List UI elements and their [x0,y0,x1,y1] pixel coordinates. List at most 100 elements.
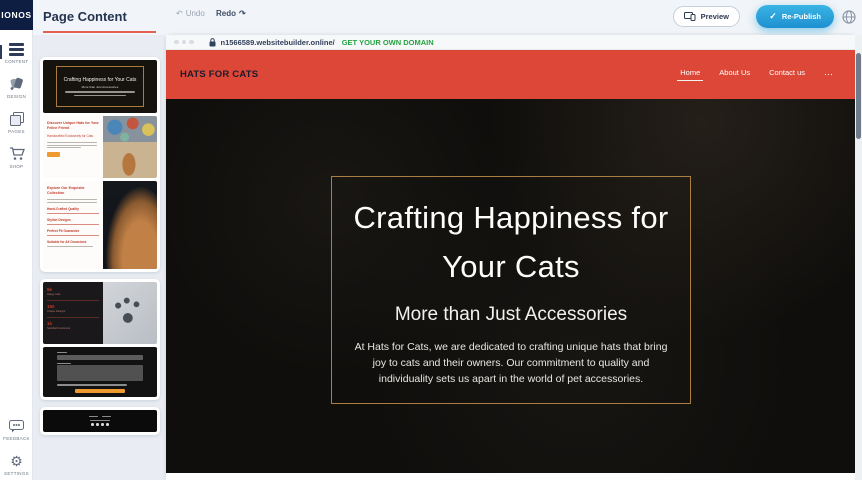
thumb-intro-heading: Discover Unique Hats for Your Feline Fri… [47,121,99,131]
next-section-peek [166,473,855,480]
sidebar-item-label: CONTENT [5,59,29,64]
text-placeholder [90,420,110,421]
section-card-top: Crafting Happiness for Your Cats More th… [40,57,160,272]
sidebar-item-label: SETTINGS [4,471,29,476]
sidebar-item-shop[interactable]: SHOP [0,147,33,169]
preview-button[interactable]: Preview [673,6,740,27]
section-card-footer [40,407,160,435]
text-placeholder [89,416,98,417]
site-logo[interactable]: HATS FOR CATS [180,69,258,80]
stat-value: 150 [47,304,99,309]
sidebar-item-feedback[interactable]: FEEDBACK [0,420,33,441]
redo-button[interactable]: Redo ↷ [216,9,246,18]
thumb-collection-item-label: Hand-Crafted Quality [47,207,99,211]
text-placeholder [57,352,67,353]
sidebar-item-label: DESIGN [7,94,26,99]
hero-body[interactable]: At Hats for Cats, we are dedicated to cr… [353,339,670,388]
design-icon [9,77,25,91]
content-icon [9,43,24,56]
thumb-form-input [57,355,143,360]
scrollbar-thumb[interactable] [856,53,861,139]
undo-button[interactable]: ↶ Undo [176,9,205,18]
thumb-collection-item: Stylish Designs [47,218,99,225]
social-icon [96,423,99,426]
redo-icon: ↷ [239,9,246,18]
thumb-collection-photo [103,181,157,269]
devices-icon [684,12,696,21]
thumbnail-stats-section[interactable]: 5k Happy Cats 150 Unique Designs 1k Sati… [43,282,157,344]
hero-subtitle[interactable]: More than Just Accessories [395,304,627,326]
check-icon: ✓ [769,11,777,22]
browser-dot [174,40,179,45]
redo-label: Redo [216,9,236,18]
text-placeholder [47,145,97,146]
thumb-form-button [75,389,125,394]
ionos-logo: IONOS [0,0,33,30]
sidebar-item-design[interactable]: DESIGN [0,77,33,99]
hero-title[interactable]: Crafting Happiness for Your Cats [346,193,676,292]
site-header: HATS FOR CATS Home About Us Contact us ⋯ [166,50,855,99]
thumb-social-icons [91,423,109,426]
gear-icon: ⚙ [10,454,23,468]
thumbnail-footer-section[interactable] [43,410,157,432]
thumbnail-collection-section[interactable]: Explore Our Exquisite Collection Hand-Cr… [43,181,157,269]
stat-value: 5k [47,287,99,292]
thumbnail-hero-section[interactable]: Crafting Happiness for Your Cats More th… [43,60,157,113]
thumb-collection-heading: Explore Our Exquisite Collection [47,186,99,196]
site-nav: Home About Us Contact us ⋯ [680,68,833,81]
site-preview-canvas: n1566589.websitebuilder.online/ GET YOUR… [166,35,855,480]
undo-icon: ↶ [176,9,183,18]
text-placeholder [57,384,127,385]
hero-section[interactable]: Crafting Happiness for Your Cats More th… [166,99,855,473]
left-nav-rail: IONOS CONTENT DESIGN PAGES SHOP [0,0,33,480]
pages-icon [10,112,24,126]
thumb-collection-item: Perfect Fit Guarantee [47,229,99,236]
stat-label: Unique Designs [47,310,99,313]
thumb-intro-button [47,152,60,157]
cart-icon [9,147,25,161]
globe-icon[interactable] [842,10,856,24]
preview-label: Preview [701,12,729,21]
text-placeholder [47,202,97,203]
sidebar-item-pages[interactable]: PAGES [0,112,33,134]
nav-item-home[interactable]: Home [680,68,700,81]
thumb-footer-links [89,416,111,417]
sidebar-item-label: FEEDBACK [3,436,30,441]
thumbnail-intro-section[interactable]: Discover Unique Hats for Your Feline Fri… [43,116,157,178]
nav-item-contact[interactable]: Contact us [769,68,805,81]
social-icon [106,423,109,426]
sidebar-item-content[interactable]: CONTENT [0,43,33,64]
stat-value: 1k [47,321,99,326]
stat-divider [47,317,99,318]
thumb-stats-photo [103,282,157,344]
sidebar-item-label: SHOP [10,164,24,169]
social-icon [101,423,104,426]
top-toolbar: Page Content ↶ Undo Redo ↷ Preview ✓ Re-… [33,0,862,35]
thumb-hero-title: Crafting Happiness for Your Cats [64,77,137,84]
republish-button[interactable]: ✓ Re-Publish [756,5,834,28]
list-divider [47,213,99,214]
text-placeholder [47,142,97,143]
thumb-collection-item-label: Perfect Fit Guarantee [47,229,99,233]
page-title-underline [43,31,156,33]
text-placeholder [47,147,81,148]
canvas-scrollbar[interactable] [855,35,862,480]
nav-item-about[interactable]: About Us [719,68,750,81]
stat-label: Satisfied Customers [47,327,99,330]
lock-icon [209,38,216,47]
hero-frame: Crafting Happiness for Your Cats More th… [331,176,691,404]
nav-more-icon[interactable]: ⋯ [824,69,833,80]
list-divider [47,224,99,225]
browser-dot [189,40,194,45]
site-url: n1566589.websitebuilder.online/ [221,38,335,47]
thumbnail-contact-section[interactable] [43,347,157,397]
text-placeholder [102,416,111,417]
get-domain-link[interactable]: GET YOUR OWN DOMAIN [342,38,434,47]
thumb-collection-text: Explore Our Exquisite Collection Hand-Cr… [43,181,103,269]
social-icon [91,423,94,426]
thumb-form-textarea [57,365,143,381]
republish-label: Re-Publish [782,12,821,21]
thumb-intro-text: Discover Unique Hats for Your Feline Fri… [43,116,103,178]
text-placeholder [47,199,97,200]
sidebar-item-settings[interactable]: ⚙ SETTINGS [0,454,33,476]
